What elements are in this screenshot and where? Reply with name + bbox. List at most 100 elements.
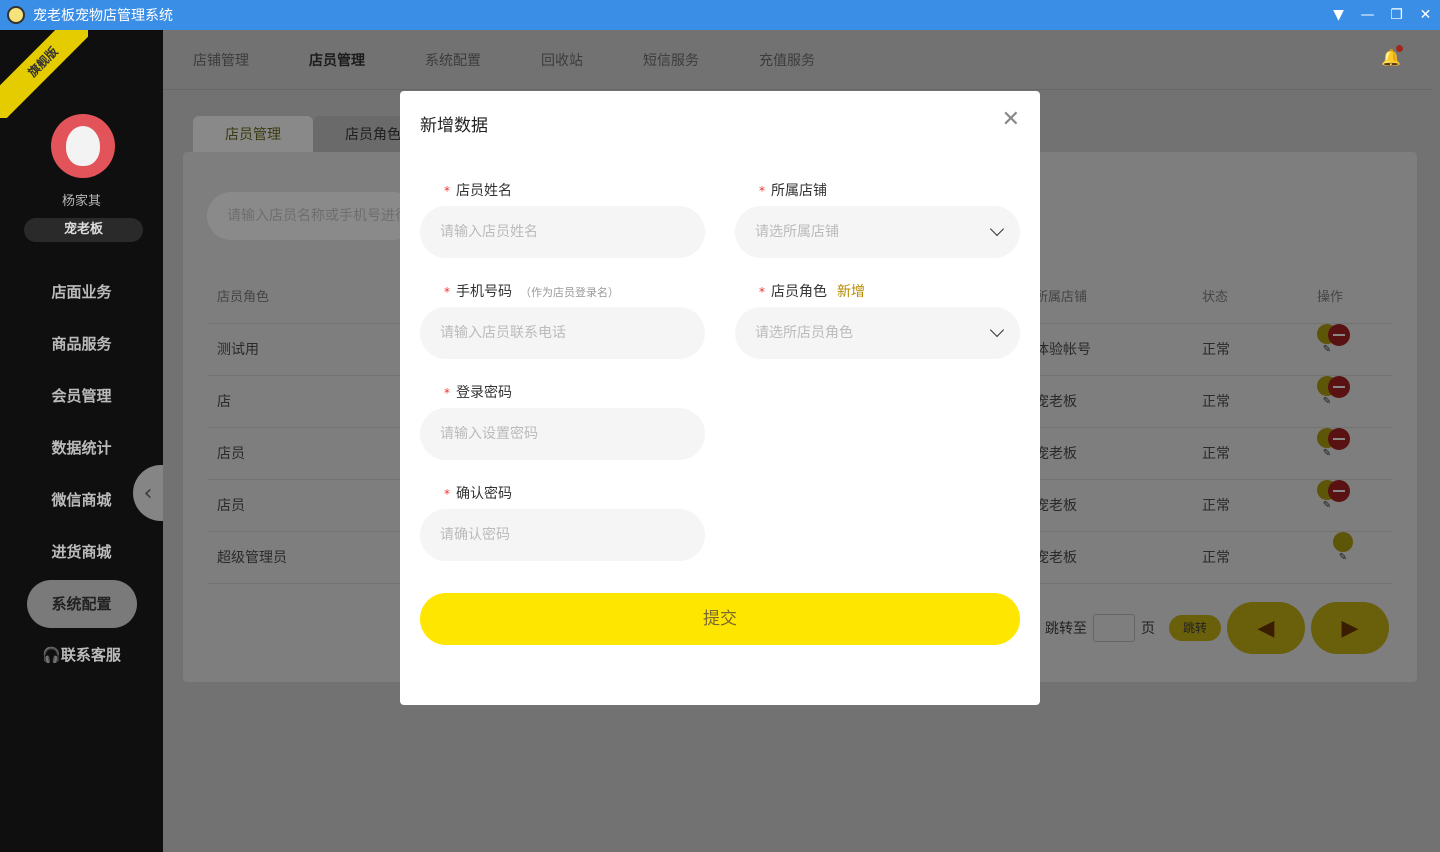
add-staff-dialog: 新增数据 ✕ * 店员姓名 请输入店员姓名 * 所属店铺 请选所属店铺 * 手机号码 （… — [400, 91, 1040, 705]
cell-store: 宠老板 — [1035, 446, 1077, 462]
header-op: 操作 — [1317, 290, 1344, 305]
top-nav: 店铺管理 店员管理 系统配置 回收站 短信服务 充值服务 🔔 — [163, 30, 1433, 90]
cell-store: 宠老板 — [1035, 498, 1077, 514]
headset-icon: 🎧 — [42, 646, 61, 664]
chevron-down-icon — [989, 322, 1005, 338]
delete-icon[interactable] — [1328, 376, 1350, 398]
cell-status: 正常 — [1202, 498, 1230, 514]
header-role: 店员角色 — [217, 290, 270, 305]
sub-tabs: 店员管理 店员角色 — [193, 116, 433, 152]
placeholder-text: 请选所属店铺 — [755, 224, 839, 240]
sidebar-item-members[interactable]: 会员管理 — [0, 370, 163, 422]
submit-button[interactable]: 提交 — [420, 593, 1020, 645]
jump-page-input[interactable] — [1093, 614, 1135, 642]
role-label: * 店员角色 新增 — [759, 281, 865, 301]
tab-staff-management[interactable]: 店员管理 — [309, 50, 365, 70]
dialog-title: 新增数据 — [420, 116, 488, 136]
delete-icon[interactable] — [1328, 428, 1350, 450]
sidebar: 旗舰版 杨家其 宠老板 店面业务 商品服务 会员管理 数据统计 微信商城 进货商… — [0, 30, 163, 852]
dropdown-menu-icon[interactable]: ▼ — [1324, 0, 1353, 30]
name-label-text: 店员姓名 — [456, 183, 512, 199]
placeholder-text: 请输入店员联系电话 — [440, 325, 566, 341]
close-icon[interactable]: ✕ — [1002, 109, 1020, 131]
subtab-staff[interactable]: 店员管理 — [193, 116, 313, 152]
avatar[interactable] — [51, 114, 115, 178]
cell-role: 店员 — [217, 498, 245, 514]
edit-icon[interactable]: ✎ — [1333, 532, 1353, 563]
store-select[interactable]: 请选所属店铺 — [735, 206, 1020, 258]
minimize-icon[interactable]: — — [1353, 0, 1382, 30]
cell-status: 正常 — [1202, 550, 1230, 566]
phone-input[interactable]: 请输入店员联系电话 — [420, 307, 705, 359]
password-input[interactable]: 请输入设置密码 — [420, 408, 705, 460]
delete-icon[interactable] — [1328, 480, 1350, 502]
close-window-icon[interactable]: ✕ — [1411, 0, 1440, 30]
chevron-down-icon — [989, 221, 1005, 237]
next-page-icon[interactable]: ▶ — [1311, 602, 1389, 654]
placeholder-text: 请输入店员姓名 — [440, 224, 538, 240]
tab-recycle-bin[interactable]: 回收站 — [541, 50, 583, 70]
sidebar-item-store-business[interactable]: 店面业务 — [0, 266, 163, 318]
confirm-label: * 确认密码 — [444, 483, 512, 503]
phone-hint: （作为店员登录名） — [520, 286, 619, 299]
contact-service-link[interactable]: 🎧联系客服 — [0, 644, 163, 665]
header-store: 所属店铺 — [1035, 290, 1088, 305]
header-status: 状态 — [1202, 290, 1229, 305]
contact-service-label: 联系客服 — [60, 646, 121, 664]
prev-page-icon[interactable]: ◀ — [1227, 602, 1305, 654]
window-title: 宠老板宠物店管理系统 — [33, 8, 173, 24]
tab-system-config[interactable]: 系统配置 — [425, 50, 481, 70]
sidebar-item-label: 会员管理 — [51, 387, 112, 405]
password-label-text: 登录密码 — [456, 385, 512, 401]
window-titlebar: 宠老板宠物店管理系统 ▼ — ❐ ✕ — [0, 0, 1440, 30]
jump-to-label: 跳转至 — [1045, 621, 1087, 637]
sidebar-nav: 店面业务 商品服务 会员管理 数据统计 微信商城 进货商城 系统配置 — [0, 266, 163, 630]
cell-store: 宠老板 — [1035, 550, 1077, 566]
app-logo-icon — [7, 6, 25, 24]
store-label: * 所属店铺 — [759, 180, 827, 200]
placeholder-text: 请选所店员角色 — [755, 325, 853, 341]
cell-store: 宠老板 — [1035, 394, 1077, 410]
cell-role: 店 — [217, 394, 231, 410]
notification-dot — [1396, 45, 1403, 52]
page-unit-label: 页 — [1141, 621, 1155, 637]
user-role-badge: 宠老板 — [24, 218, 143, 242]
tab-sms-service[interactable]: 短信服务 — [643, 50, 699, 70]
placeholder-text: 请确认密码 — [440, 527, 510, 543]
staff-name-input[interactable]: 请输入店员姓名 — [420, 206, 705, 258]
required-mark: * — [759, 184, 765, 198]
sidebar-item-label: 进货商城 — [51, 543, 112, 561]
sidebar-item-purchase-mall[interactable]: 进货商城 — [0, 526, 163, 578]
jump-button[interactable]: 跳转 — [1169, 615, 1221, 641]
cell-role: 测试用 — [217, 342, 259, 358]
delete-icon[interactable] — [1328, 324, 1350, 346]
store-label-text: 所属店铺 — [771, 183, 827, 199]
sidebar-item-system-config[interactable]: 系统配置 — [0, 578, 163, 630]
cell-op: ✎ — [1317, 532, 1353, 584]
sidebar-item-label: 店面业务 — [51, 283, 112, 301]
tab-store-management[interactable]: 店铺管理 — [193, 50, 249, 70]
search-input[interactable]: 请输入店员名称或手机号进行搜索 — [207, 192, 417, 240]
sidebar-item-label: 数据统计 — [51, 439, 112, 457]
required-mark: * — [444, 386, 450, 400]
tab-recharge-service[interactable]: 充值服务 — [759, 50, 815, 70]
placeholder-text: 请输入设置密码 — [440, 426, 538, 442]
avatar-face-icon — [66, 126, 100, 166]
cell-role: 店员 — [217, 446, 245, 462]
pagination: 跳转至 页 跳转 ◀ ▶ — [1045, 602, 1405, 654]
username: 杨家其 — [61, 194, 101, 209]
name-label: * 店员姓名 — [444, 180, 512, 200]
required-mark: * — [444, 487, 450, 501]
restore-icon[interactable]: ❐ — [1382, 0, 1411, 30]
password-label: * 登录密码 — [444, 382, 512, 402]
sidebar-item-label: 微信商城 — [51, 491, 112, 509]
edition-badge: 旗舰版 — [0, 30, 88, 118]
sidebar-item-goods-service[interactable]: 商品服务 — [0, 318, 163, 370]
add-role-link[interactable]: 新增 — [837, 284, 865, 300]
role-select[interactable]: 请选所店员角色 — [735, 307, 1020, 359]
cell-status: 正常 — [1202, 446, 1230, 462]
sidebar-item-statistics[interactable]: 数据统计 — [0, 422, 163, 474]
confirm-password-input[interactable]: 请确认密码 — [420, 509, 705, 561]
cell-role: 超级管理员 — [217, 550, 287, 566]
phone-label: * 手机号码 （作为店员登录名） — [444, 281, 619, 301]
